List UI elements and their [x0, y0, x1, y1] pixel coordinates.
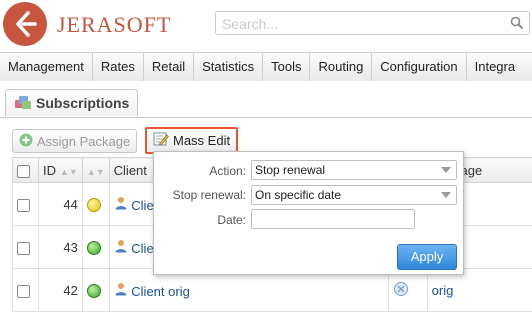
- row-status-cell: [82, 183, 109, 226]
- menu-item-retail[interactable]: Retail: [144, 53, 194, 81]
- chevron-down-icon: [441, 192, 451, 198]
- assign-package-label: Assign Package: [37, 134, 130, 149]
- tab-subscriptions[interactable]: Subscriptions: [5, 89, 138, 117]
- logo-text: JERASOFT: [57, 12, 171, 38]
- assign-package-button[interactable]: Assign Package: [12, 129, 137, 153]
- row-status-cell: [82, 269, 109, 312]
- logo-icon: [3, 2, 47, 46]
- select-all-cell: [13, 158, 39, 183]
- menu-item-routing[interactable]: Routing: [310, 53, 372, 81]
- user-icon: [114, 241, 128, 256]
- stop-renewal-select-value: On specific date: [255, 188, 341, 202]
- user-icon: [114, 198, 128, 213]
- search-box[interactable]: [215, 11, 530, 35]
- date-label: Date:: [146, 213, 246, 227]
- mass-edit-button[interactable]: Mass Edit: [145, 127, 238, 154]
- menu-item-rates[interactable]: Rates: [93, 53, 144, 81]
- user-icon: [114, 284, 128, 299]
- column-client-label: Client: [114, 163, 147, 178]
- main-menu: Management Rates Retail Statistics Tools…: [0, 52, 532, 82]
- renewal-icon[interactable]: [393, 285, 409, 300]
- edit-icon: [153, 131, 169, 150]
- subscriptions-icon: [14, 94, 32, 113]
- row-select-cell: [13, 269, 39, 312]
- action-label: Action:: [146, 164, 246, 178]
- row-select-cell: [13, 183, 39, 226]
- action-select-value: Stop renewal: [255, 163, 325, 177]
- apply-button[interactable]: Apply: [397, 244, 457, 270]
- status-green-icon: [87, 241, 101, 255]
- menu-item-tools[interactable]: Tools: [263, 53, 310, 81]
- row-id: 44: [39, 183, 83, 226]
- sort-icon: ▲▼: [60, 167, 78, 177]
- menu-item-management[interactable]: Management: [0, 53, 93, 81]
- row-checkbox[interactable]: [17, 285, 30, 298]
- stop-renewal-label: Stop renewal:: [146, 188, 246, 202]
- top-bar: JERASOFT: [0, 0, 532, 52]
- status-yellow-icon: [87, 198, 101, 212]
- date-field[interactable]: [251, 209, 415, 229]
- chevron-down-icon: [441, 167, 451, 173]
- column-header-status[interactable]: ▲▼: [82, 158, 109, 183]
- menu-item-statistics[interactable]: Statistics: [194, 53, 263, 81]
- column-header-id[interactable]: ID ▲▼: [39, 158, 83, 183]
- search-input[interactable]: [220, 13, 504, 35]
- row-status-cell: [82, 226, 109, 269]
- select-all-checkbox[interactable]: [17, 165, 30, 178]
- row-id: 43: [39, 226, 83, 269]
- row-checkbox[interactable]: [17, 199, 30, 212]
- stop-renewal-select[interactable]: On specific date: [251, 185, 457, 205]
- menu-item-integrations[interactable]: Integra: [467, 53, 523, 81]
- client-link[interactable]: Client orig: [131, 284, 190, 299]
- row-checkbox[interactable]: [17, 242, 30, 255]
- row-id: 42: [39, 269, 83, 312]
- sort-icon: ▲▼: [87, 167, 105, 177]
- column-id-label: ID: [43, 163, 56, 178]
- page-title: Subscriptions: [36, 95, 129, 111]
- mass-edit-label: Mass Edit: [173, 133, 230, 148]
- action-select[interactable]: Stop renewal: [251, 160, 457, 180]
- search-icon[interactable]: [510, 16, 524, 33]
- menu-item-configuration[interactable]: Configuration: [372, 53, 466, 81]
- tab-strip: Subscriptions: [0, 81, 532, 118]
- add-icon: [19, 133, 33, 150]
- status-green-icon: [87, 284, 101, 298]
- row-select-cell: [13, 226, 39, 269]
- mass-edit-popup: Action: Stop renewal Stop renewal: On sp…: [153, 151, 464, 275]
